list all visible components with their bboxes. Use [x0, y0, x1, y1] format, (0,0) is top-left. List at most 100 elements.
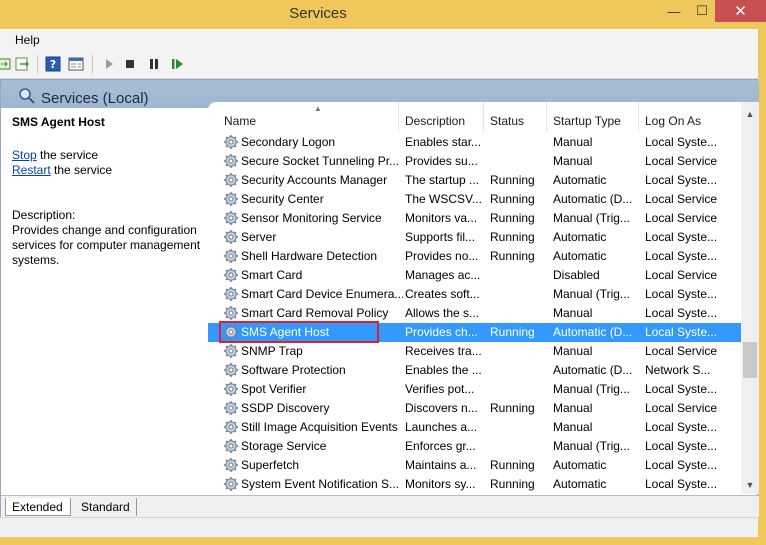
stop-action: Stop the service [12, 148, 98, 162]
column-header-name[interactable]: ▲ Name [218, 102, 399, 132]
stop-service-icon[interactable] [122, 56, 138, 72]
cell-log-on-as: Local Syste... [645, 173, 718, 187]
service-gear-icon [223, 134, 239, 150]
tab-standard[interactable]: Standard [75, 498, 137, 516]
table-row[interactable]: Smart Card Device Enumera... Creates soft… [208, 285, 741, 304]
services-content: Services (Local) SMS Agent Host Stop the… [0, 79, 759, 517]
service-gear-icon [223, 153, 239, 169]
menu-help[interactable]: Help [15, 33, 40, 47]
cell-name: Software Protection [241, 363, 346, 377]
cell-status: Running [490, 458, 535, 472]
cell-name: Secure Socket Tunneling Pr... [241, 154, 400, 168]
table-row[interactable]: Sensor Monitoring Service Monitors va... R… [208, 209, 741, 228]
table-row[interactable]: SNMP Trap Receives tra... Manual Local Serv… [208, 342, 741, 361]
cell-name: Server [241, 230, 277, 244]
service-gear-icon [223, 305, 239, 321]
table-row[interactable]: Secure Socket Tunneling Pr... Provides su… [208, 152, 741, 171]
cell-name: SNMP Trap [241, 344, 303, 358]
service-gear-icon [223, 476, 239, 492]
start-service-icon[interactable] [101, 56, 117, 72]
table-row[interactable]: Spot Verifier Verifies pot... Manual (Trig… [208, 380, 741, 399]
description-text: Provides change and configuration servic… [12, 223, 201, 267]
cell-log-on-as: Local Service [645, 211, 718, 225]
service-gear-icon [223, 267, 239, 283]
table-row[interactable]: Secondary Logon Enables star... Manual Loca… [208, 133, 741, 152]
restart-service-icon[interactable] [169, 56, 185, 72]
table-row[interactable]: SSDP Discovery Discovers n... Running Manua… [208, 399, 741, 418]
refresh-icon[interactable] [0, 56, 12, 72]
view-tabs: Extended Standard [1, 495, 759, 517]
cell-name: Storage Service [241, 439, 327, 453]
column-header-log-on-as[interactable]: Log On As [639, 102, 741, 132]
service-gear-icon [223, 400, 239, 416]
close-button[interactable]: ✕ [715, 0, 766, 22]
cell-log-on-as: Local Service [645, 344, 718, 358]
stop-rest: the service [36, 148, 99, 162]
close-icon: ✕ [734, 3, 747, 20]
table-row[interactable]: System Event Notification S... Monitors s… [208, 475, 741, 494]
cell-name: Smart Card Removal Policy [241, 306, 389, 320]
column-header-status[interactable]: Status [484, 102, 547, 132]
table-row[interactable]: Security Center The WSCSV... Running Automa… [208, 190, 741, 209]
table-row[interactable]: Storage Service Enforces gr... Manual (Tri… [208, 437, 741, 456]
cell-description: Provides no... [405, 249, 479, 263]
column-header-description[interactable]: Description [399, 102, 484, 132]
table-row[interactable]: Server Supports fil... Running Automatic Loc… [208, 228, 741, 247]
title-bar: Services — ☐ ✕ [0, 0, 766, 29]
table-row[interactable]: Security Accounts Manager The startup ...… [208, 171, 741, 190]
export-list-icon[interactable] [14, 56, 30, 72]
maximize-button[interactable]: ☐ [689, 0, 715, 22]
cell-status: Running [490, 230, 535, 244]
table-row[interactable]: Smart Card Manages ac... Disabled Local Ser… [208, 266, 741, 285]
cell-startup-type: Automatic (D... [553, 363, 633, 377]
details-pane: SMS Agent Host Stop the service Restart … [1, 108, 208, 495]
cell-log-on-as: Local Syste... [645, 230, 718, 244]
cell-log-on-as: Network S... [645, 363, 711, 377]
cell-name: System Event Notification S... [241, 477, 400, 491]
description-label: Description: [12, 208, 76, 222]
cell-status: Running [490, 192, 535, 206]
cell-startup-type: Manual [553, 401, 593, 415]
restart-link[interactable]: Restart [12, 163, 51, 177]
cell-description: Receives tra... [405, 344, 482, 358]
table-row[interactable]: SMS Agent Host Provides ch... Running Autom… [208, 321, 741, 343]
maximize-icon: ☐ [696, 3, 708, 18]
vertical-scrollbar[interactable]: ▲ ▼ [741, 102, 759, 494]
help-icon[interactable]: ? [45, 56, 61, 72]
cell-status: Running [490, 211, 535, 225]
minimize-button[interactable]: — [659, 0, 689, 22]
scroll-up-icon[interactable]: ▲ [741, 105, 759, 123]
cell-status: Running [490, 325, 535, 339]
pause-service-icon[interactable] [146, 56, 162, 72]
svg-text:?: ? [50, 58, 56, 71]
column-header-startup-type[interactable]: Startup Type [547, 102, 639, 132]
cell-name: Smart Card [241, 268, 303, 282]
tab-extended[interactable]: Extended [5, 498, 71, 516]
cell-startup-type: Manual [553, 420, 593, 434]
cell-log-on-as: Local Syste... [645, 306, 718, 320]
cell-startup-type: Automatic [553, 249, 607, 263]
properties-icon[interactable] [68, 56, 84, 72]
scroll-thumb[interactable] [743, 342, 757, 378]
cell-startup-type: Manual (Trig... [553, 439, 630, 453]
cell-startup-type: Manual (Trig... [553, 287, 630, 301]
table-row[interactable]: Superfetch Maintains a... Running Automatic… [208, 456, 741, 475]
services-list: ▲ Name Description Status Startup Type L… [208, 102, 759, 494]
table-row[interactable]: Software Protection Enables the ... Automa… [208, 361, 741, 380]
cell-log-on-as: Local Syste... [645, 420, 718, 434]
cell-log-on-as: Local Service [645, 401, 718, 415]
table-row[interactable]: Still Image Acquisition Events Launches a… [208, 418, 741, 437]
cell-description: The startup ... [405, 173, 480, 187]
window-title: Services [289, 5, 347, 22]
page-title: Services (Local) [41, 90, 149, 107]
table-row[interactable]: Shell Hardware Detection Provides no... Ru… [208, 247, 741, 266]
cell-startup-type: Manual [553, 344, 593, 358]
scroll-down-icon[interactable]: ▼ [741, 476, 759, 494]
cell-startup-type: Manual [553, 154, 593, 168]
stop-link[interactable]: Stop [12, 148, 37, 162]
cell-log-on-as: Local Syste... [645, 249, 718, 263]
cell-description: Allows the s... [405, 306, 480, 320]
cell-log-on-as: Local Syste... [645, 382, 718, 396]
service-gear-icon [223, 229, 239, 245]
cell-log-on-as: Local Syste... [645, 458, 718, 472]
